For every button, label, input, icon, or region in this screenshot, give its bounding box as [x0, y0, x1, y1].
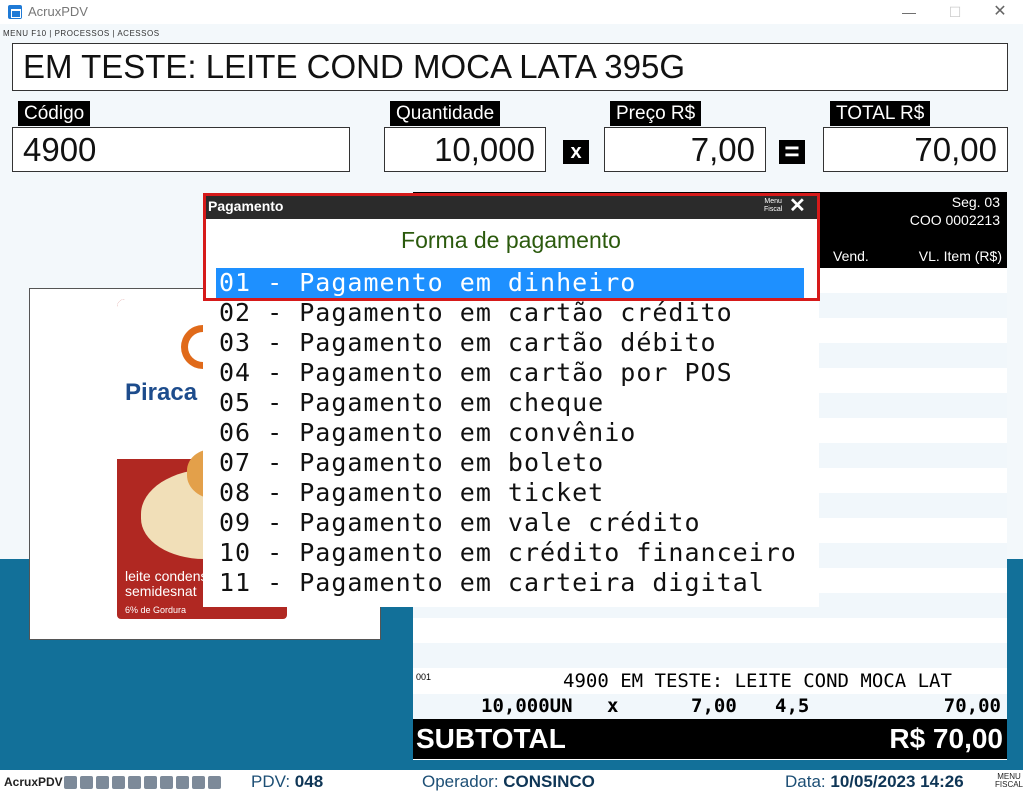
quantidade-field[interactable]: 10,000 — [384, 127, 546, 172]
keyboard-icon[interactable] — [208, 776, 221, 789]
window-title: AcruxPDV — [28, 4, 88, 19]
segment-text: Seg. 03 — [951, 194, 1000, 210]
subtotal-label: SUBTOTAL — [416, 723, 566, 754]
item-quantity: 10,000UN — [481, 695, 573, 717]
multiply-icon: x — [563, 140, 589, 164]
receipt-info: Seg. 03 COO 0002213 — [910, 193, 1000, 229]
item-price: 7,00 — [691, 695, 737, 717]
payment-option[interactable]: 04 - Pagamento em cartão por POS — [216, 358, 804, 388]
operator-value: CONSINCO — [503, 772, 595, 791]
date-label: Data: — [785, 772, 826, 791]
dialog-subtitle: Forma de pagamento — [401, 227, 621, 253]
payment-option[interactable]: 01 - Pagamento em dinheiro — [216, 268, 804, 298]
menu-fiscal-button[interactable]: MENU FISCAL — [995, 773, 1023, 789]
dialog-menu-top: Menu — [764, 198, 782, 205]
minimize-button[interactable]: — — [886, 0, 932, 24]
payment-option[interactable]: 02 - Pagamento em cartão crédito — [216, 298, 804, 328]
date-value: 10/05/2023 14:26 — [830, 772, 964, 791]
payment-option[interactable]: 09 - Pagamento em vale crédito — [216, 508, 804, 538]
product-title: EM TESTE: LEITE COND MOCA LATA 395G — [12, 43, 1008, 91]
item-tax: 4,5 — [775, 695, 810, 717]
item-times: x — [607, 695, 619, 717]
coo-text: COO 0002213 — [909, 212, 1000, 228]
payment-option[interactable]: 07 - Pagamento em boleto — [216, 448, 804, 478]
payment-option[interactable]: 05 - Pagamento em cheque — [216, 388, 804, 418]
payment-option[interactable]: 03 - Pagamento em cartão débito — [216, 328, 804, 358]
column-vend: Vend. — [833, 248, 869, 264]
pdv-label: PDV: — [251, 772, 291, 791]
title-bar: AcruxPDV — ☐ ✕ — [0, 0, 1023, 24]
preco-field[interactable]: 7,00 — [604, 127, 766, 172]
payment-options: 01 - Pagamento em dinheiro 02 - Pagament… — [216, 268, 804, 598]
status-bar: AcruxPDV PDV: 048 Operador: CONSINCO Dat… — [0, 770, 1023, 794]
close-button[interactable]: ✕ — [977, 0, 1023, 24]
server-icon[interactable] — [144, 776, 157, 789]
payment-option[interactable]: 06 - Pagamento em convênio — [216, 418, 804, 448]
pinpad-icon[interactable] — [128, 776, 141, 789]
status-icons — [64, 776, 239, 790]
scale-icon[interactable] — [112, 776, 125, 789]
date-status: Data: 10/05/2023 14:26 — [785, 772, 964, 792]
item-total: 70,00 — [943, 695, 1001, 717]
codigo-field[interactable]: 4900 — [12, 127, 350, 172]
preco-label: Preço R$ — [610, 101, 702, 126]
menu-fiscal-bottom: FISCAL — [995, 780, 1023, 789]
computer-icon[interactable] — [80, 776, 93, 789]
status-app-name: AcruxPDV — [4, 775, 63, 789]
pdv-value: 048 — [294, 772, 324, 791]
package-brand: Piraca — [125, 379, 198, 406]
equals-icon: = — [779, 138, 805, 164]
subtotal-bar: SUBTOTAL R$ 70,00 — [413, 719, 1007, 759]
payment-option[interactable]: 11 - Pagamento em carteira digital — [216, 568, 804, 598]
dialog-header: Pagamento Menu Fiscal ✕ — [203, 193, 819, 219]
app-icon — [8, 5, 22, 19]
maximize-button[interactable]: ☐ — [932, 0, 978, 24]
item-description: 4900 EM TESTE: LEITE COND MOCA LAT — [563, 670, 952, 692]
menu-hint[interactable]: MENU F10 | PROCESSOS | ACESSOS — [3, 29, 160, 38]
scanner-icon[interactable] — [192, 776, 205, 789]
operator-status: Operador: CONSINCO — [422, 772, 595, 792]
printer-icon[interactable] — [96, 776, 109, 789]
network-icon[interactable] — [64, 776, 77, 789]
dialog-close-icon[interactable]: ✕ — [789, 194, 806, 218]
payment-option[interactable]: 08 - Pagamento em ticket — [216, 478, 804, 508]
plug-icon[interactable] — [176, 776, 189, 789]
codigo-label: Código — [18, 101, 91, 126]
operator-label: Operador: — [422, 772, 499, 791]
item-sequence: 001 — [416, 672, 432, 682]
total-field: 70,00 — [823, 127, 1008, 172]
quantidade-label: Quantidade — [390, 101, 501, 126]
column-vl-item: VL. Item (R$) — [918, 248, 1002, 264]
pdv-status: PDV: 048 — [251, 772, 323, 792]
receipt-item-row[interactable]: 001 4900 EM TESTE: LEITE COND MOCA LAT — [413, 669, 1007, 694]
payment-option[interactable]: 10 - Pagamento em crédito financeiro — [216, 538, 804, 568]
subtotal-value: R$ 70,00 — [889, 723, 1003, 754]
dialog-menu-bottom: Fiscal — [764, 206, 783, 213]
shield-icon[interactable] — [160, 776, 173, 789]
dialog-title: Pagamento — [208, 198, 284, 214]
dialog-menu-fiscal[interactable]: Menu Fiscal — [764, 198, 782, 214]
receipt-item-values: 10,000UN x 7,00 4,5 70,00 — [413, 694, 1007, 719]
total-label: TOTAL R$ — [830, 101, 931, 126]
package-subtext: 6% de Gordura — [125, 605, 187, 615]
